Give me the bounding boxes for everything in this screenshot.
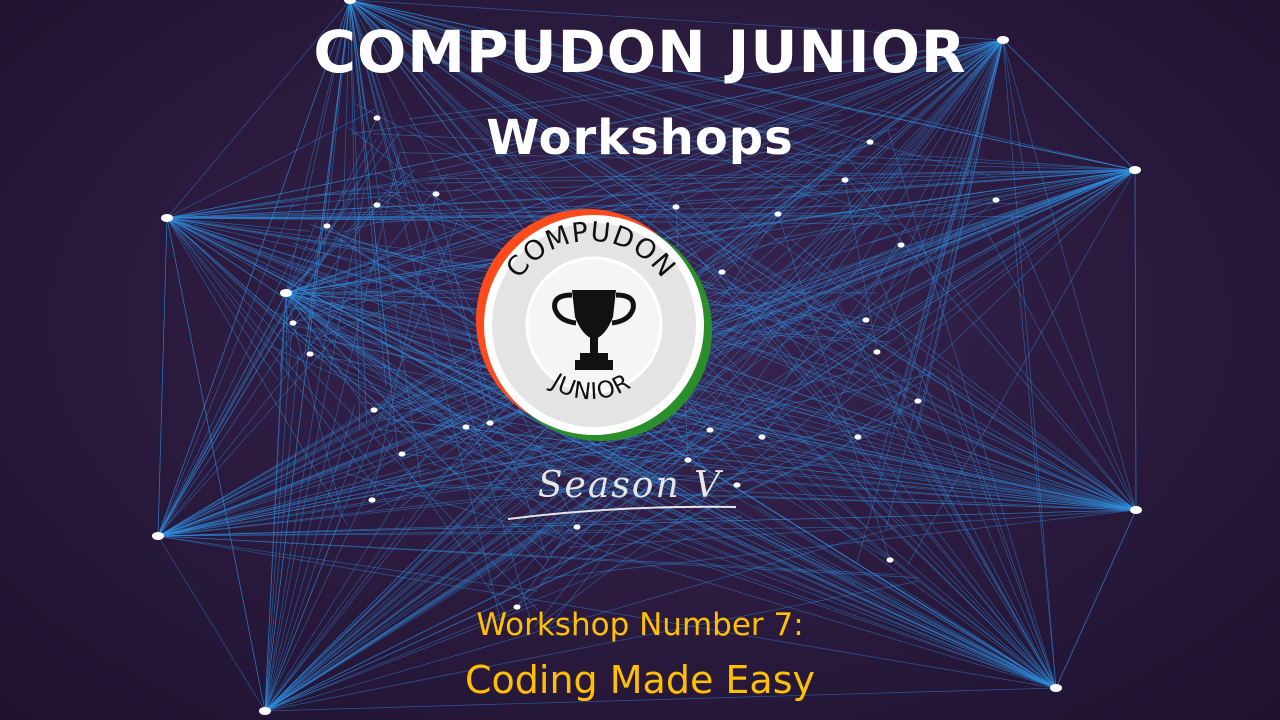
compudon-junior-logo: COMPUDON JUNIOR bbox=[476, 209, 712, 441]
network-node bbox=[862, 317, 870, 323]
network-node bbox=[886, 557, 894, 563]
slide-subtitle: Workshops bbox=[486, 110, 794, 166]
network-node bbox=[992, 197, 1000, 203]
network-hub-node bbox=[259, 707, 271, 715]
network-hub-node bbox=[161, 214, 173, 222]
workshop-number: Workshop Number 7: bbox=[476, 607, 804, 643]
season-underline bbox=[507, 505, 737, 520]
network-node bbox=[774, 211, 782, 217]
network-node bbox=[854, 434, 862, 440]
network-node bbox=[306, 351, 314, 357]
slide-title: COMPUDON JUNIOR bbox=[313, 18, 967, 86]
network-hub-node bbox=[1130, 506, 1142, 514]
network-node bbox=[373, 202, 381, 208]
network-node bbox=[432, 191, 440, 197]
network-node bbox=[289, 320, 297, 326]
network-hub-node bbox=[1129, 166, 1141, 174]
network-node bbox=[914, 398, 922, 404]
season-label: Season V bbox=[538, 465, 724, 506]
season-signature: Season V bbox=[507, 465, 737, 520]
network-node bbox=[897, 242, 905, 248]
network-hub-node bbox=[280, 289, 292, 297]
network-node bbox=[370, 407, 378, 413]
workshop-topic: Coding Made Easy bbox=[465, 658, 815, 702]
network-node bbox=[873, 349, 881, 355]
network-node bbox=[841, 177, 849, 183]
network-hub-node bbox=[152, 532, 164, 540]
network-node bbox=[758, 434, 766, 440]
network-node bbox=[368, 497, 376, 503]
network-node bbox=[398, 451, 406, 457]
network-node bbox=[323, 223, 331, 229]
